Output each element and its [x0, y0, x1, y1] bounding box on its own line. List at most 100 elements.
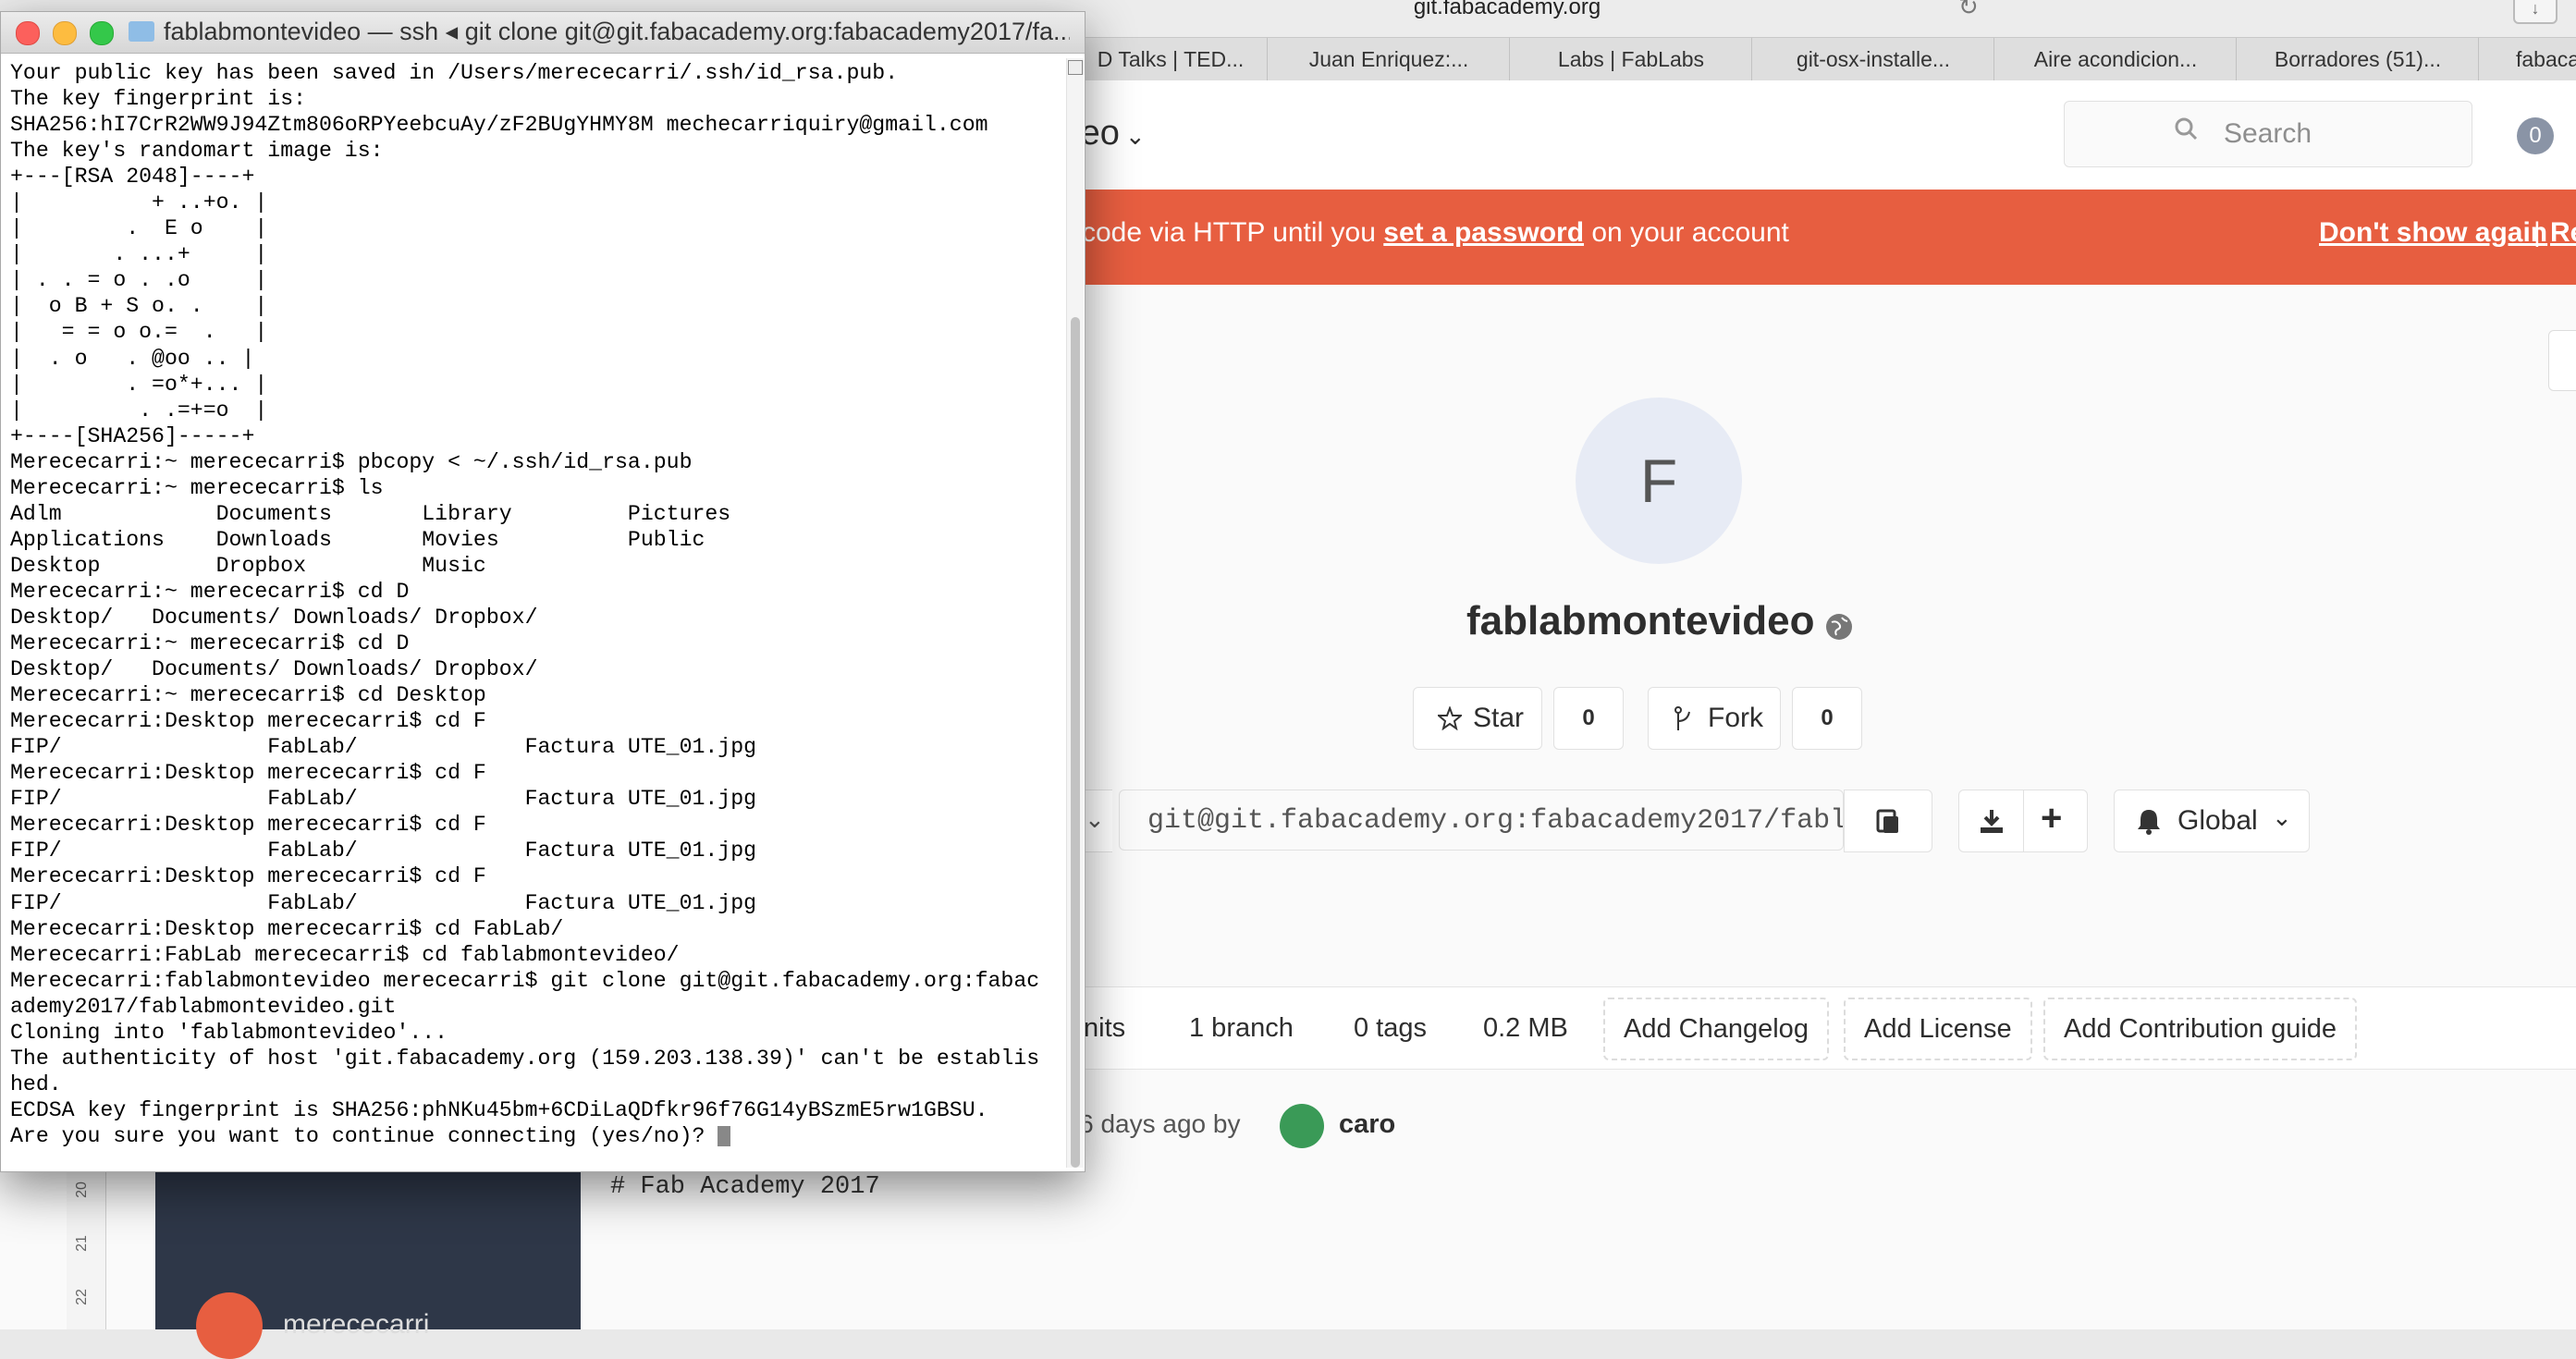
ruler-number: 20 — [73, 1181, 90, 1198]
bookmark-item[interactable]: Aire acondicion... — [1993, 38, 2237, 80]
bookmark-item[interactable]: D Talks | TED... — [1073, 38, 1268, 80]
terminal-line: | . ...+ | — [10, 242, 268, 267]
flash-text-pre: code via HTTP until you — [1082, 217, 1384, 248]
terminal-line: Merececarri:FabLab merececarri$ cd fabla… — [10, 942, 680, 967]
terminal-line: FIP/ FabLab/ Factura UTE_01.jpg — [10, 890, 757, 915]
terminal-line: Merececarri:~ merececarri$ pbcopy < ~/.s… — [10, 449, 693, 474]
dont-show-again-link[interactable]: Don't show again — [2319, 217, 2547, 249]
sidebar-username[interactable]: merececarri — [283, 1309, 429, 1341]
terminal-line: FIP/ FabLab/ Factura UTE_01.jpg — [10, 735, 757, 760]
search-placeholder: Search — [2224, 118, 2312, 149]
terminal-line: Desktop Dropbox Music — [10, 553, 486, 578]
terminal-line: | . E o | — [10, 216, 268, 241]
commit-author-link[interactable]: caro — [1339, 1079, 1395, 1169]
terminal-line: The key's randomart image is: — [10, 139, 384, 164]
ruler-number: 22 — [73, 1289, 90, 1305]
plus-icon: + — [2041, 798, 2063, 839]
flash-separator: | — [2533, 217, 2541, 248]
downloads-icon[interactable]: ↓ — [2513, 0, 2558, 24]
project-avatar: F — [1576, 398, 1742, 564]
bookmark-item[interactable]: fabaca — [2478, 38, 2576, 80]
terminal-line: | . =o*+... | — [10, 372, 268, 397]
terminal-scrollbar[interactable] — [1066, 58, 1084, 1168]
tags-link[interactable]: 0 tags — [1354, 987, 1427, 1069]
terminal-line: Merececarri:Desktop merececarri$ cd F — [10, 813, 486, 838]
star-button[interactable]: Star — [1413, 687, 1542, 750]
repo-size: 0.2 MB — [1483, 1013, 1568, 1043]
bookmark-item[interactable]: Juan Enriquez:... — [1267, 38, 1510, 80]
fork-count[interactable]: 0 — [1792, 687, 1862, 750]
terminal-titlebar[interactable]: fablabmontevideo — ssh ◂ git clone git@g… — [1, 12, 1085, 54]
split-pane-icon[interactable] — [1068, 60, 1083, 75]
notification-dropdown[interactable]: Global ⌄ — [2114, 790, 2310, 852]
avatar[interactable] — [196, 1292, 263, 1359]
star-label: Star — [1473, 703, 1525, 733]
address-text[interactable]: git.fabacademy.org — [1230, 0, 1785, 20]
terminal-line: Applications Downloads Movies Public — [10, 527, 705, 552]
bookmark-item[interactable]: git-osx-installe... — [1751, 38, 1994, 80]
terminal-line: | . .=+=o | — [10, 398, 268, 422]
add-new-button[interactable]: + — [2023, 790, 2088, 852]
terminal-line: Desktop/ Documents/ Downloads/ Dropbox/ — [10, 605, 538, 630]
bookmark-item[interactable]: Borradores (51)... — [2236, 38, 2479, 80]
terminal-line: hed. — [10, 1071, 62, 1096]
set-password-link[interactable]: set a password — [1383, 217, 1584, 248]
add-contribution-guide-button[interactable]: Add Contribution guide — [2043, 998, 2358, 1060]
globe-icon — [1826, 614, 1852, 640]
ruler: 20 21 22 — [67, 1167, 106, 1329]
chevron-down-icon: ⌄ — [1085, 805, 1105, 833]
fork-label: Fork — [1708, 703, 1763, 733]
todo-count-badge[interactable]: 0 — [2517, 117, 2554, 154]
readme-content: # Fab Academy 2017 — [610, 1173, 880, 1201]
terminal-line: Merececarri:Desktop merececarri$ cd F — [10, 864, 486, 889]
terminal-line: Merececarri:~ merececarri$ cd D — [10, 579, 410, 604]
flash-text-post: on your account — [1584, 217, 1789, 248]
terminal-line: +----[SHA256]-----+ — [10, 423, 255, 448]
fork-button[interactable]: Fork — [1648, 687, 1781, 750]
download-button[interactable] — [1958, 790, 2025, 852]
terminal-line: Merececarri:Desktop merececarri$ cd F — [10, 709, 486, 734]
add-license-button[interactable]: Add License — [1844, 998, 2032, 1060]
clone-url-input[interactable]: git@git.fabacademy.org:fabacademy2017/fa… — [1119, 790, 1844, 851]
star-icon — [1438, 706, 1462, 730]
avatar[interactable] — [1280, 1104, 1324, 1148]
terminal-cursor — [718, 1125, 731, 1146]
terminal-line: Merececarri:~ merececarri$ cd D — [10, 631, 410, 656]
commits-link[interactable]: nits — [1084, 987, 1125, 1069]
terminal-line: Merececarri:fablabmontevideo merececarri… — [10, 968, 1040, 993]
close-window-button[interactable] — [16, 21, 40, 45]
terminal-line: | = = o o.= . | — [10, 320, 268, 345]
chevron-down-icon[interactable]: ⌄ — [1125, 122, 1146, 150]
add-changelog-button[interactable]: Add Changelog — [1603, 998, 1829, 1060]
terminal-line: ademy2017/fablabmontevideo.git — [10, 994, 397, 1019]
chevron-down-icon: ⌄ — [2272, 803, 2292, 831]
maximize-window-button[interactable] — [90, 21, 114, 45]
reload-icon[interactable]: ↻ — [1958, 0, 1982, 18]
copy-url-button[interactable] — [1844, 790, 1932, 852]
download-icon — [1981, 810, 2003, 833]
terminal-line: Merececarri:Desktop merececarri$ cd F — [10, 761, 486, 786]
minimize-window-button[interactable] — [53, 21, 77, 45]
fork-icon — [1674, 706, 1690, 730]
terminal-line: Desktop/ Documents/ Downloads/ Dropbox/ — [10, 657, 538, 682]
terminal-window[interactable]: fablabmontevideo — ssh ◂ git clone git@g… — [0, 11, 1086, 1172]
remind-later-link[interactable]: Re — [2550, 217, 2576, 249]
search-icon — [2175, 117, 2198, 141]
terminal-line: +---[RSA 2048]----+ — [10, 165, 255, 190]
terminal-line: Cloning into 'fablabmontevideo'... — [10, 1020, 448, 1045]
terminal-line: FIP/ FabLab/ Factura UTE_01.jpg — [10, 787, 757, 812]
terminal-output[interactable]: Your public key has been saved in /Users… — [10, 60, 1055, 1166]
terminal-line: | + ..+o. | — [10, 190, 268, 215]
scrollbar-thumb[interactable] — [1071, 317, 1080, 1168]
branches-link[interactable]: 1 branch — [1189, 987, 1294, 1069]
terminal-line: | . . = o . .o | — [10, 268, 268, 293]
terminal-line: Are you sure you want to continue connec… — [10, 1123, 1055, 1149]
search-input[interactable]: Search — [2064, 101, 2472, 167]
terminal-line: Merececarri:Desktop merececarri$ cd FabL… — [10, 916, 564, 941]
terminal-line: SHA256:hI7CrR2WW9J94Ztm806oRPYeebcuAy/zF… — [10, 113, 988, 138]
sidebar-toggle[interactable] — [2548, 330, 2576, 391]
terminal-line: The key fingerprint is: — [10, 87, 307, 112]
star-count[interactable]: 0 — [1553, 687, 1624, 750]
bookmark-item[interactable]: Labs | FabLabs — [1509, 38, 1752, 80]
terminal-line: Merececarri:~ merececarri$ ls — [10, 475, 384, 500]
